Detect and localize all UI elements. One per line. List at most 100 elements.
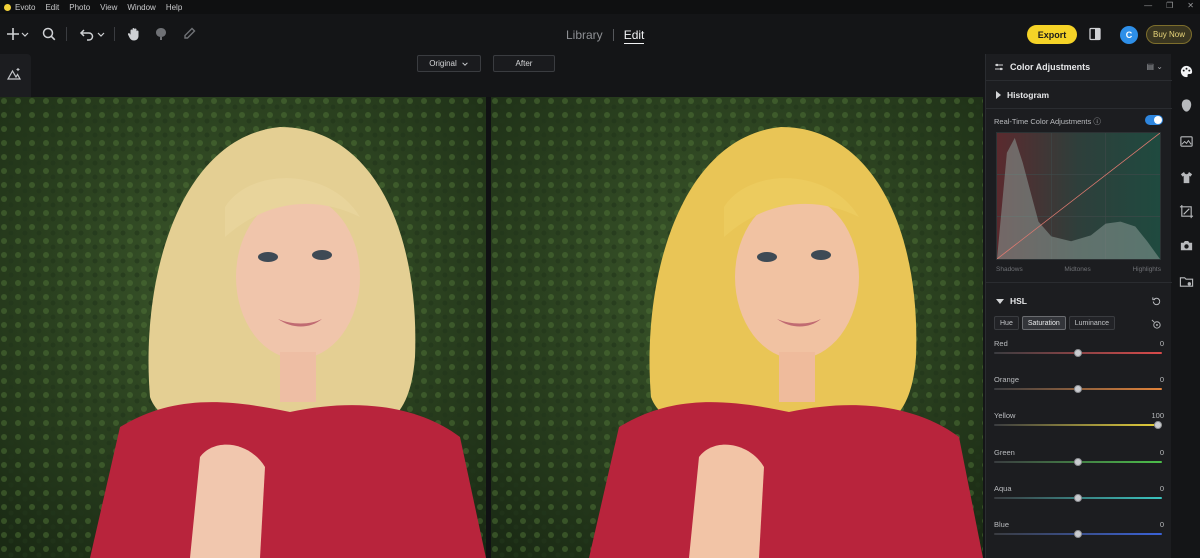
panel-layout-dropdown[interactable]: ▤ ⌄ bbox=[1147, 62, 1164, 71]
hsl-section-header[interactable]: HSL bbox=[996, 296, 1027, 306]
slider-value: 100 bbox=[1151, 411, 1164, 420]
slider-orange: Orange 0 bbox=[994, 375, 1164, 403]
original-view-label: Original bbox=[429, 59, 457, 68]
slider-label: Aqua bbox=[994, 484, 1012, 493]
slider-knob[interactable] bbox=[1074, 349, 1082, 357]
slider-label: Blue bbox=[994, 520, 1010, 529]
histogram-section-header[interactable]: Histogram bbox=[996, 90, 1049, 100]
buy-now-button[interactable]: Buy Now bbox=[1146, 25, 1192, 44]
undo-icon[interactable] bbox=[78, 25, 96, 43]
menu-window[interactable]: Window bbox=[127, 3, 155, 12]
collapse-arrow-icon bbox=[996, 298, 1004, 304]
menu-help[interactable]: Help bbox=[166, 3, 182, 12]
slider-label: Green bbox=[994, 448, 1015, 457]
menu-view[interactable]: View bbox=[100, 3, 117, 12]
expand-arrow-icon bbox=[996, 91, 1001, 99]
menu-photo[interactable]: Photo bbox=[69, 3, 90, 12]
histogram-midtones-label: Midtones bbox=[1064, 266, 1091, 273]
palette-icon[interactable] bbox=[1179, 64, 1194, 79]
realtime-color-label: Real-Time Color Adjustments ⓘ bbox=[994, 117, 1101, 126]
reset-icon[interactable] bbox=[1151, 294, 1163, 306]
after-photo[interactable] bbox=[491, 97, 983, 558]
layout-icon: ▤ bbox=[1146, 62, 1155, 71]
menu-app-name[interactable]: Evoto bbox=[15, 3, 35, 12]
slider-knob[interactable] bbox=[1074, 385, 1082, 393]
panel-divider bbox=[986, 282, 1172, 283]
slider-label: Yellow bbox=[994, 411, 1016, 420]
slider-value: 0 bbox=[1159, 339, 1164, 348]
sliders-icon bbox=[995, 63, 1003, 71]
nav-edit[interactable]: Edit bbox=[623, 28, 645, 44]
retouch-brush-icon[interactable] bbox=[152, 25, 170, 43]
histogram-highlights-label: Highlights bbox=[1132, 266, 1161, 273]
slider-value: 0 bbox=[1159, 448, 1164, 457]
color-histogram[interactable] bbox=[996, 132, 1161, 260]
add-dropdown-chevron-icon[interactable] bbox=[20, 25, 30, 43]
slider-value: 0 bbox=[1159, 484, 1164, 493]
histogram-title: Histogram bbox=[1007, 90, 1050, 100]
folder-settings-icon[interactable] bbox=[1179, 274, 1194, 289]
tab-saturation[interactable]: Saturation bbox=[1021, 316, 1066, 330]
eraser-pen-icon[interactable] bbox=[180, 25, 198, 43]
slider-knob[interactable] bbox=[1074, 494, 1082, 502]
realtime-color-toggle[interactable] bbox=[1145, 115, 1163, 125]
hand-tool-icon[interactable] bbox=[125, 25, 143, 43]
slider-value: 0 bbox=[1159, 520, 1164, 529]
nav-divider bbox=[612, 29, 614, 41]
slider-track[interactable] bbox=[994, 424, 1162, 426]
minimize-icon[interactable]: — bbox=[1144, 1, 1152, 10]
tab-hue[interactable]: Hue bbox=[994, 316, 1019, 330]
chevron-down-icon bbox=[462, 61, 468, 66]
original-photo[interactable] bbox=[0, 97, 486, 558]
toolbar-divider bbox=[66, 27, 67, 41]
clothing-shirt-icon[interactable] bbox=[1179, 170, 1194, 185]
undo-history-chevron-icon[interactable] bbox=[96, 25, 106, 43]
panel-title: Color Adjustments bbox=[1010, 62, 1091, 72]
panel-header: Color Adjustments bbox=[994, 62, 1090, 72]
right-module-rail bbox=[1172, 54, 1200, 558]
slider-knob[interactable] bbox=[1074, 530, 1082, 538]
histogram-range-labels: Shadows Midtones Highlights bbox=[996, 266, 1161, 273]
slider-knob[interactable] bbox=[1074, 458, 1082, 466]
info-icon: ⓘ bbox=[1093, 117, 1101, 126]
slider-red: Red 0 bbox=[994, 339, 1164, 367]
background-image-icon[interactable] bbox=[1179, 134, 1194, 149]
tab-luminance[interactable]: Luminance bbox=[1068, 316, 1116, 330]
menu-bar: Evoto Edit Photo View Window Help — ❐ ✕ bbox=[0, 0, 1200, 14]
close-icon[interactable]: ✕ bbox=[1187, 1, 1194, 10]
avatar[interactable]: C bbox=[1120, 26, 1138, 44]
panel-divider bbox=[986, 80, 1172, 81]
panel-divider bbox=[986, 108, 1172, 109]
slider-value: 0 bbox=[1159, 375, 1164, 384]
crop-transform-icon[interactable] bbox=[1179, 204, 1194, 219]
original-view-button[interactable]: Original bbox=[417, 55, 481, 72]
search-icon[interactable] bbox=[40, 25, 58, 43]
color-adjustments-panel: Color Adjustments ▤ ⌄ Histogram Real-Tim… bbox=[985, 54, 1172, 558]
after-view-label: After bbox=[515, 59, 533, 68]
slider-label: Orange bbox=[994, 375, 1020, 384]
hsl-mode-tabs: Hue Saturation Luminance bbox=[994, 316, 1116, 330]
evoto-logo-icon bbox=[4, 3, 11, 11]
histogram-shadows-label: Shadows bbox=[996, 266, 1023, 273]
face-retouch-icon[interactable] bbox=[1179, 98, 1194, 113]
toolbar-divider bbox=[114, 27, 115, 41]
maximize-icon[interactable]: ❐ bbox=[1166, 1, 1173, 10]
slider-knob[interactable] bbox=[1154, 421, 1162, 429]
hsl-title: HSL bbox=[1010, 296, 1027, 306]
toolbar: Library Edit Export C Buy Now bbox=[0, 14, 1200, 54]
nav-library[interactable]: Library bbox=[566, 28, 603, 44]
export-button[interactable]: Export bbox=[1027, 25, 1077, 44]
compare-panel-icon[interactable] bbox=[1086, 25, 1104, 43]
slider-label: Red bbox=[994, 339, 1008, 348]
slider-blue: Blue 0 bbox=[994, 520, 1164, 548]
menu-edit[interactable]: Edit bbox=[45, 3, 59, 12]
slider-green: Green 0 bbox=[994, 448, 1164, 476]
camera-icon[interactable] bbox=[1179, 238, 1194, 253]
after-view-button[interactable]: After bbox=[493, 55, 555, 72]
slider-yellow: Yellow 100 bbox=[994, 411, 1164, 439]
top-navigation: Library Edit bbox=[566, 28, 645, 44]
slider-aqua: Aqua 0 bbox=[994, 484, 1164, 512]
target-adjust-icon[interactable] bbox=[1151, 317, 1163, 329]
adjust-ai-icon[interactable] bbox=[6, 66, 24, 84]
chevron-down-icon: ⌄ bbox=[1156, 62, 1163, 71]
